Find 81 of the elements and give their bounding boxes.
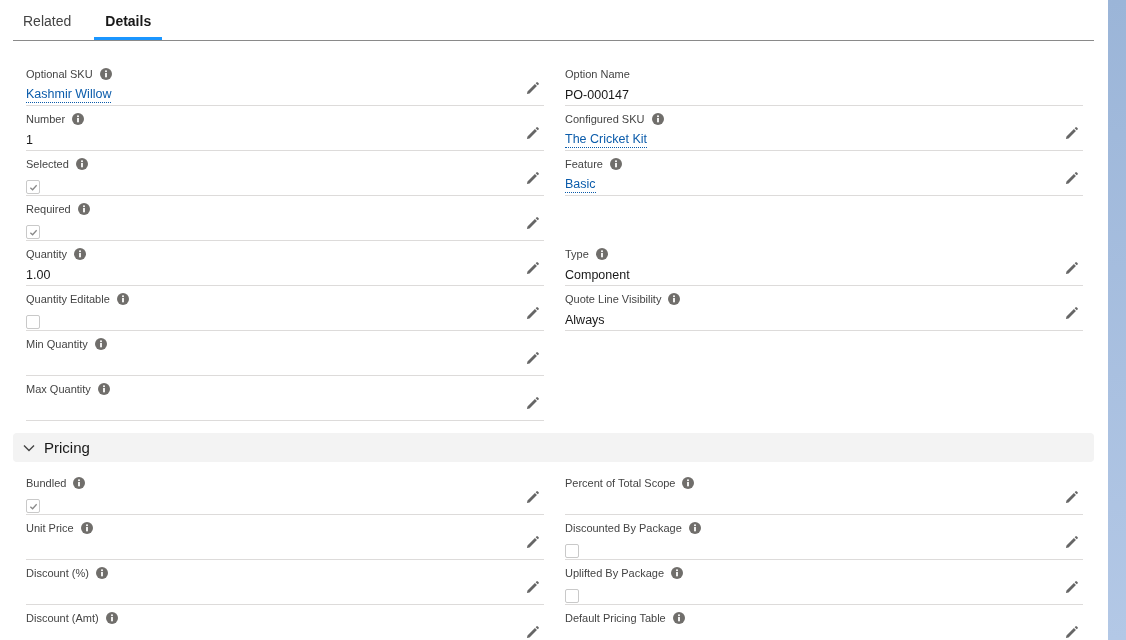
pencil-icon[interactable] bbox=[526, 262, 539, 275]
info-icon[interactable] bbox=[609, 158, 622, 170]
info-icon[interactable] bbox=[116, 293, 129, 305]
record-link[interactable]: The Cricket Kit bbox=[565, 132, 647, 148]
field-value: Always bbox=[565, 313, 605, 327]
field-label: Optional SKU bbox=[26, 68, 93, 80]
field-label: Quote Line Visibility bbox=[565, 293, 662, 305]
pencil-icon[interactable] bbox=[526, 352, 539, 365]
record-link[interactable]: Kashmir Willow bbox=[26, 87, 112, 103]
section-header[interactable]: Pricing bbox=[13, 433, 1094, 462]
field-value: 1 bbox=[26, 133, 33, 147]
field-label: Type bbox=[565, 248, 589, 260]
checkbox[interactable] bbox=[26, 180, 40, 194]
pencil-icon[interactable] bbox=[1065, 127, 1078, 140]
field-label: Bundled bbox=[26, 477, 67, 489]
check-icon bbox=[28, 182, 38, 192]
pencil-icon[interactable] bbox=[1065, 172, 1078, 185]
info-icon[interactable] bbox=[671, 567, 684, 579]
pencil-icon[interactable] bbox=[526, 491, 539, 504]
field-label: Configured SKU bbox=[565, 113, 645, 125]
pencil-icon[interactable] bbox=[1065, 262, 1078, 275]
pencil-icon[interactable] bbox=[526, 581, 539, 594]
info-icon[interactable] bbox=[651, 113, 664, 125]
field-label: Quantity bbox=[26, 248, 67, 260]
pencil-icon[interactable] bbox=[1065, 491, 1078, 504]
field-label: Discount (Amt) bbox=[26, 612, 99, 624]
checkbox[interactable] bbox=[26, 499, 40, 513]
info-icon[interactable] bbox=[75, 158, 88, 170]
info-icon[interactable] bbox=[595, 248, 608, 260]
tab[interactable]: Related bbox=[13, 0, 82, 40]
field-value: Component bbox=[565, 268, 630, 282]
field-label: Option Name bbox=[565, 68, 630, 80]
info-icon[interactable] bbox=[72, 113, 85, 125]
tab[interactable]: Details bbox=[94, 0, 163, 40]
field-label: Discounted By Package bbox=[565, 522, 682, 534]
field-label: Default Pricing Table bbox=[565, 612, 666, 624]
info-icon[interactable] bbox=[97, 383, 110, 395]
field-label: Discount (%) bbox=[26, 567, 89, 579]
checkbox[interactable] bbox=[565, 544, 579, 558]
field-label: Number bbox=[26, 113, 66, 125]
pencil-icon[interactable] bbox=[1065, 307, 1078, 320]
pencil-icon[interactable] bbox=[1065, 626, 1078, 639]
field-label: Required bbox=[26, 203, 71, 215]
pencil-icon[interactable] bbox=[526, 217, 539, 230]
info-icon[interactable] bbox=[73, 248, 86, 260]
pencil-icon[interactable] bbox=[526, 397, 539, 410]
pencil-icon[interactable] bbox=[526, 626, 539, 639]
field-label: Min Quantity bbox=[26, 338, 88, 350]
pencil-icon[interactable] bbox=[526, 127, 539, 140]
check-icon bbox=[28, 501, 38, 511]
pencil-icon[interactable] bbox=[526, 536, 539, 549]
field-label: Unit Price bbox=[26, 522, 74, 534]
field-value: 1.00 bbox=[26, 268, 51, 282]
info-icon[interactable] bbox=[688, 522, 701, 534]
info-icon[interactable] bbox=[672, 612, 685, 624]
checkbox[interactable] bbox=[565, 589, 579, 603]
info-icon[interactable] bbox=[682, 477, 695, 489]
info-icon[interactable] bbox=[80, 522, 93, 534]
field-label: Quantity Editable bbox=[26, 293, 110, 305]
checkbox[interactable] bbox=[26, 225, 40, 239]
info-icon[interactable] bbox=[99, 68, 112, 80]
pencil-icon[interactable] bbox=[526, 307, 539, 320]
field-label: Selected bbox=[26, 158, 69, 170]
checkbox[interactable] bbox=[26, 315, 40, 329]
info-icon[interactable] bbox=[95, 567, 108, 579]
info-icon[interactable] bbox=[668, 293, 681, 305]
info-icon[interactable] bbox=[77, 203, 90, 215]
field-label: Percent of Total Scope bbox=[565, 477, 676, 489]
field-label: Max Quantity bbox=[26, 383, 91, 395]
info-icon[interactable] bbox=[73, 477, 86, 489]
info-icon[interactable] bbox=[105, 612, 118, 624]
check-icon bbox=[28, 227, 38, 237]
pencil-icon[interactable] bbox=[1065, 536, 1078, 549]
pencil-icon[interactable] bbox=[1065, 581, 1078, 594]
field-value: PO-000147 bbox=[565, 88, 629, 102]
field-label: Uplifted By Package bbox=[565, 567, 665, 579]
record-link[interactable]: Basic bbox=[565, 177, 596, 193]
info-icon[interactable] bbox=[94, 338, 107, 350]
pencil-icon[interactable] bbox=[526, 82, 539, 95]
pencil-icon[interactable] bbox=[526, 172, 539, 185]
field-label: Feature bbox=[565, 158, 603, 170]
